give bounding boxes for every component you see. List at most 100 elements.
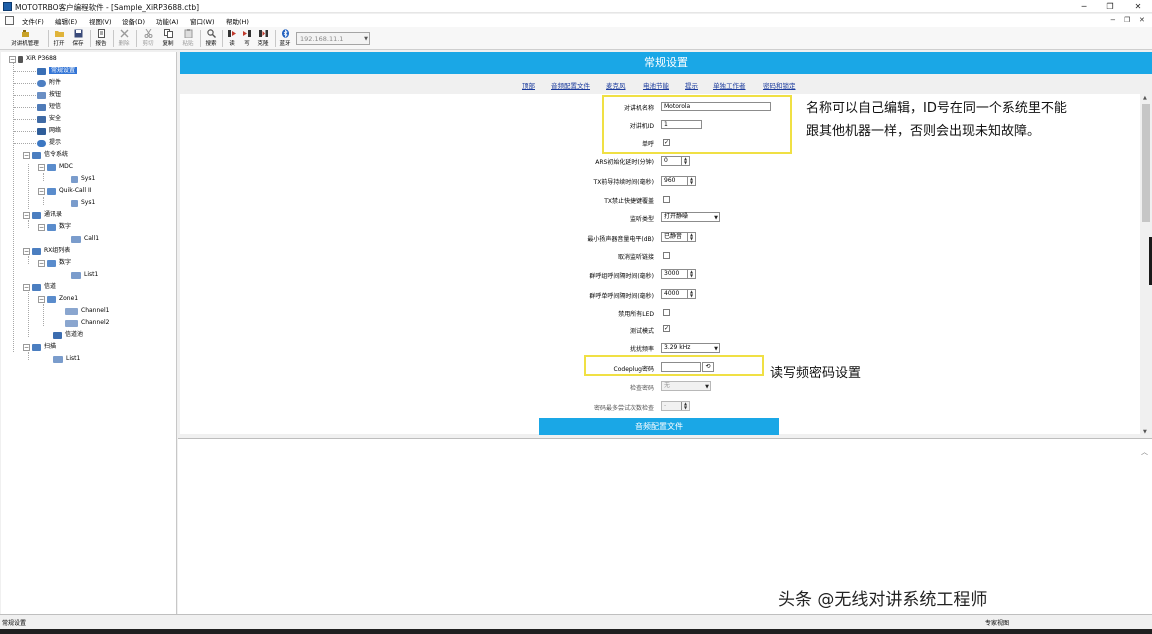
open-button[interactable]: 打开 <box>51 29 67 49</box>
tree-node-buttons[interactable]: 按钮 <box>37 90 61 100</box>
collapse-icon[interactable]: − <box>23 283 30 291</box>
collapse-icon[interactable]: − <box>9 55 16 63</box>
spin-arrows-icon[interactable]: ▲ ▼ <box>687 270 695 278</box>
cancel-monitor-checkbox[interactable] <box>663 252 670 259</box>
minimize-button[interactable]: ─ <box>1070 0 1098 13</box>
paste-button[interactable]: 粘贴 <box>180 29 196 49</box>
tree-node-channel1[interactable]: Channel1 <box>65 306 109 316</box>
tree-node-quickcall-sys1[interactable]: Sys1 <box>71 198 95 208</box>
bluetooth-button[interactable]: 蓝牙 <box>278 29 292 49</box>
test-mode-checkbox[interactable]: ✓ <box>663 325 670 332</box>
tx-inhibit-override-checkbox[interactable] <box>663 196 670 203</box>
menu-edit[interactable]: 编辑(E) <box>55 16 77 26</box>
tree-node-quickcall[interactable]: − Quik-Call II <box>38 186 91 196</box>
chevron-down-icon[interactable]: ▼ <box>364 36 368 42</box>
save-button[interactable]: 保存 <box>70 29 86 49</box>
password-attempts-spinner[interactable]: - ▲ ▼ <box>661 401 690 411</box>
min-volume-spinner[interactable]: 已静音 ▲ ▼ <box>661 232 696 242</box>
group-hang-time-spinner[interactable]: 3000 ▲ ▼ <box>661 269 696 279</box>
search-button[interactable]: 搜索 <box>203 29 219 49</box>
tree-node-security[interactable]: 安全 <box>37 114 61 124</box>
menu-view[interactable]: 视图(V) <box>89 16 112 26</box>
spin-arrows-icon[interactable]: ▲ ▼ <box>681 157 689 165</box>
tree-node-mdc[interactable]: − MDC <box>38 162 73 172</box>
tree-node-rx-group[interactable]: − RX组列表 <box>23 246 70 256</box>
tree-node-scan-list1[interactable]: List1 <box>53 354 80 364</box>
tree-node-rx-digital[interactable]: − 数字 <box>38 258 71 268</box>
monitor-type-select[interactable]: 打开静噪 ▼ <box>661 212 720 222</box>
collapse-icon[interactable]: − <box>38 223 45 231</box>
chevron-down-icon[interactable]: ▼ <box>714 214 718 222</box>
report-button[interactable]: 报告 <box>93 29 109 49</box>
collapse-icon[interactable]: − <box>38 187 45 195</box>
copy-button[interactable]: 复制 <box>160 29 176 49</box>
nav-link-audio-profile[interactable]: 音频配置文件 <box>551 80 590 90</box>
restore-button[interactable]: ❐ <box>1096 0 1124 13</box>
menu-features[interactable]: 功能(A) <box>156 16 179 26</box>
tree-node-call1[interactable]: Call1 <box>71 234 99 244</box>
tree-node-accessories[interactable]: 附件 <box>37 78 61 88</box>
collapse-icon[interactable]: − <box>23 211 30 219</box>
menu-device[interactable]: 设备(D) <box>122 16 145 26</box>
spin-arrows-icon[interactable]: ▲ ▼ <box>687 177 695 185</box>
collapse-icon[interactable]: − <box>23 247 30 255</box>
ip-address-combo[interactable]: 192.168.11.1 ▼ <box>296 32 370 45</box>
mdi-close-button[interactable]: ✕ <box>1139 16 1145 24</box>
scroll-up-icon[interactable]: ▲ <box>1143 95 1147 101</box>
read-button[interactable]: 读 <box>225 29 239 49</box>
menu-help[interactable]: 帮助(H) <box>226 16 249 26</box>
document-icon[interactable] <box>5 16 14 25</box>
chevron-down-icon[interactable]: ▼ <box>705 383 709 391</box>
tree-node-channel2[interactable]: Channel2 <box>65 318 109 328</box>
spin-arrows-icon[interactable]: ▲ ▼ <box>687 233 695 241</box>
scroll-down-icon[interactable]: ▼ <box>1143 429 1147 435</box>
mdi-restore-button[interactable]: ❐ <box>1124 16 1130 24</box>
close-button[interactable]: ✕ <box>1124 0 1152 13</box>
private-hang-time-spinner[interactable]: 4000 ▲ ▼ <box>661 289 696 299</box>
disable-leds-checkbox[interactable] <box>663 309 670 316</box>
spin-arrows-icon[interactable]: ▲ ▼ <box>681 402 689 410</box>
tree-node-signaling[interactable]: − 信令系统 <box>23 150 68 160</box>
collapse-icon[interactable]: − <box>38 259 45 267</box>
radio-manager-button[interactable]: 对讲机管理 <box>6 29 44 49</box>
delete-button[interactable]: 删除 <box>116 29 132 49</box>
tree-node-alerts[interactable]: 提示 <box>37 138 61 148</box>
nav-link-top[interactable]: 顶部 <box>522 80 535 90</box>
chevron-up-icon[interactable]: ︿ <box>1141 447 1148 457</box>
nav-link-microphone[interactable]: 麦克风 <box>606 80 626 90</box>
tree-node-zone1[interactable]: − Zone1 <box>38 294 78 304</box>
cut-button[interactable]: 剪切 <box>140 29 156 49</box>
chevron-down-icon[interactable]: ▼ <box>714 345 718 353</box>
tree-node-general-settings[interactable]: 常规设置 <box>37 66 78 76</box>
menu-file[interactable]: 文件(F) <box>22 16 44 26</box>
audio-profile-section-header[interactable]: 音频配置文件 <box>539 418 779 435</box>
mdi-minimize-button[interactable]: − <box>1110 16 1116 24</box>
tree-node-contacts-digital[interactable]: − 数字 <box>38 222 71 232</box>
tree-node-scan[interactable]: − 扫描 <box>23 342 56 352</box>
tree-node-mdc-sys1[interactable]: Sys1 <box>71 174 95 184</box>
tree-node-channel-pool[interactable]: 信道池 <box>53 330 83 340</box>
tx-preamble-spinner[interactable]: 960 ▲ ▼ <box>661 176 696 186</box>
collapse-icon[interactable]: − <box>38 295 45 303</box>
tree-node-channels[interactable]: − 信道 <box>23 282 56 292</box>
spin-arrows-icon[interactable]: ▲ ▼ <box>687 290 695 298</box>
nav-link-battery-saver[interactable]: 电池节能 <box>643 80 669 90</box>
tree-node-network[interactable]: 网络 <box>37 126 61 136</box>
nav-link-password-lock[interactable]: 密码和锁定 <box>763 80 796 90</box>
nav-link-lone-worker[interactable]: 单独工作者 <box>713 80 746 90</box>
tree-node-rx-list1[interactable]: List1 <box>71 270 98 280</box>
scramble-frequency-select[interactable]: 3.29 kHz ▼ <box>661 343 720 353</box>
tree-node-root[interactable]: − XiR P3688 <box>9 54 57 64</box>
write-button[interactable]: 写 <box>240 29 254 49</box>
clone-button[interactable]: 克隆 <box>255 29 271 49</box>
menu-window[interactable]: 窗口(W) <box>190 16 215 26</box>
ars-delay-spinner[interactable]: 0 ▲ ▼ <box>661 156 690 166</box>
collapse-icon[interactable]: − <box>38 163 45 171</box>
nav-link-alerts[interactable]: 提示 <box>685 80 698 90</box>
collapse-icon[interactable]: − <box>23 151 30 159</box>
collapse-icon[interactable]: − <box>23 343 30 351</box>
tree-node-contacts[interactable]: − 通讯录 <box>23 210 62 220</box>
verify-password-select[interactable]: 无 ▼ <box>661 381 711 391</box>
scrollbar-thumb[interactable] <box>1142 104 1150 222</box>
tree-node-text-messages[interactable]: 短信 <box>37 102 61 112</box>
